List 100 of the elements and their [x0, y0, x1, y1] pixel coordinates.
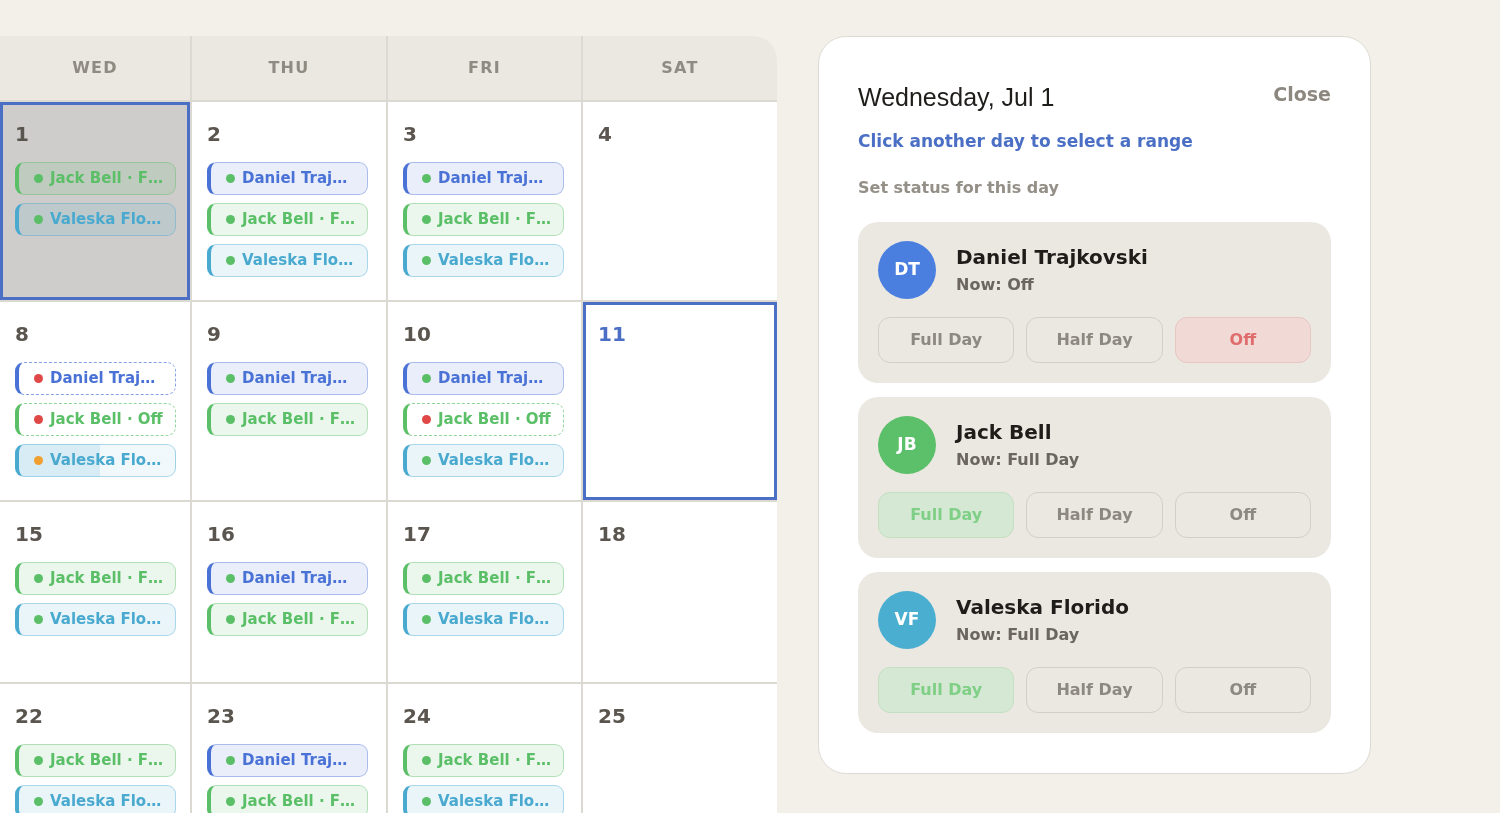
event-chip[interactable]: Jack Bell · F… [15, 744, 176, 777]
day-number: 11 [598, 321, 626, 348]
event-label: Valeska Flo… [50, 612, 162, 627]
range-hint: Click another day to select a range [858, 130, 1193, 153]
person-name: Daniel Trajkovski [956, 244, 1148, 271]
current-status: Now: Off [956, 274, 1035, 296]
event-label: Daniel Traj… [242, 571, 348, 586]
panel-title: Wednesday, Jul 1 [858, 82, 1055, 113]
event-label: Jack Bell · F… [438, 212, 552, 227]
event-chip[interactable]: Daniel Traj… [207, 362, 368, 395]
event-chip[interactable]: Jack Bell · F… [403, 203, 564, 236]
weekday-label: SAT [661, 57, 699, 79]
avatar: VF [878, 591, 936, 649]
day-cell[interactable]: 25 [583, 684, 777, 813]
event-label: Valeska Flo… [242, 253, 354, 268]
event-chip[interactable]: Jack Bell · Off [15, 403, 176, 436]
event-label: Jack Bell · Off [50, 412, 163, 427]
status-option-button[interactable]: Half Day [1026, 667, 1163, 713]
day-cell[interactable]: 22 Jack Bell · F… Valeska Flo… [0, 684, 192, 813]
event-label: Valeska Flo… [438, 794, 550, 809]
day-number: 23 [207, 703, 235, 730]
event-chip[interactable]: Jack Bell · F… [207, 785, 368, 813]
event-label: Jack Bell · F… [50, 571, 164, 586]
current-status: Now: Full Day [956, 624, 1081, 646]
event-label: Jack Bell · F… [242, 612, 356, 627]
day-cell[interactable]: 16 Daniel Traj… Jack Bell · F… [192, 502, 388, 684]
day-number: 24 [403, 703, 431, 730]
event-chip[interactable]: Jack Bell · Off [403, 403, 564, 436]
day-cell[interactable]: 9 Daniel Traj… Jack Bell · F… [192, 302, 388, 502]
status-option-button[interactable]: Full Day [878, 317, 1015, 363]
day-cell[interactable]: 11 [583, 302, 777, 502]
weekday-label: FRI [467, 57, 501, 79]
event-chip[interactable]: Valeska Flo… [403, 785, 564, 813]
status-option-button[interactable]: Off [1174, 317, 1311, 363]
day-cell[interactable]: 2 Daniel Traj… Jack Bell · F… Valeska Flo… [192, 102, 388, 302]
event-chip[interactable]: Jack Bell · F… [207, 403, 368, 436]
day-cell[interactable]: 24 Jack Bell · F… Valeska Flo… [388, 684, 583, 813]
close-button[interactable]: Close [1273, 80, 1331, 108]
avatar: DT [878, 241, 936, 299]
event-chip[interactable]: Jack Bell · F… [207, 203, 368, 236]
current-status: Now: Full Day [956, 449, 1080, 471]
status-option-button[interactable]: Full Day [878, 667, 1015, 713]
person-name: Jack Bell [956, 419, 1053, 446]
day-number: 3 [403, 121, 417, 148]
person-name: Valeska Florido [956, 594, 1129, 621]
event-label: Jack Bell · F… [242, 794, 356, 809]
event-chip[interactable]: Jack Bell · F… [403, 744, 564, 777]
event-chip[interactable]: Valeska Flo… [403, 603, 564, 636]
day-cell[interactable]: 23 Daniel Traj… Jack Bell · F… [192, 684, 388, 813]
event-chip[interactable]: Valeska Flo… [15, 444, 176, 477]
day-number: 16 [207, 521, 235, 548]
day-cell[interactable]: 1 Jack Bell · F… Valeska Flo… [0, 102, 192, 302]
day-number: 15 [15, 521, 43, 548]
event-chip[interactable]: Daniel Traj… [403, 362, 564, 395]
weekday-label: THU [268, 57, 310, 79]
day-cell[interactable]: 3 Daniel Traj… Jack Bell · F… Valeska Flo… [388, 102, 583, 302]
day-cell[interactable]: 18 [583, 502, 777, 684]
event-chip[interactable]: Jack Bell · F… [15, 562, 176, 595]
event-chip[interactable]: Valeska Flo… [207, 244, 368, 277]
event-label: Daniel Traj… [50, 371, 156, 386]
status-option-button[interactable]: Half Day [1026, 317, 1163, 363]
day-number: 1 [15, 121, 29, 148]
event-chip[interactable]: Valeska Flo… [403, 444, 564, 477]
day-cell[interactable]: 15 Jack Bell · F… Valeska Flo… [0, 502, 192, 684]
day-cell[interactable]: 10 Daniel Traj… Jack Bell · Off Valeska Flo… [388, 302, 583, 502]
event-label: Jack Bell · F… [50, 171, 164, 186]
event-chip[interactable]: Valeska Flo… [15, 785, 176, 813]
event-label: Daniel Traj… [438, 171, 544, 186]
day-number: 8 [15, 321, 29, 348]
status-option-button[interactable]: Off [1174, 492, 1311, 538]
status-option-button[interactable]: Off [1174, 667, 1311, 713]
event-label: Jack Bell · F… [242, 212, 356, 227]
event-label: Valeska Flo… [50, 794, 162, 809]
event-label: Jack Bell · Off [438, 412, 551, 427]
status-option-button[interactable]: Full Day [878, 492, 1015, 538]
day-cell[interactable]: 17 Jack Bell · F… Valeska Flo… [388, 502, 583, 684]
event-chip[interactable]: Jack Bell · F… [403, 562, 564, 595]
day-number: 22 [15, 703, 43, 730]
event-chip[interactable]: Daniel Traj… [207, 744, 368, 777]
day-number: 2 [207, 121, 221, 148]
day-number: 9 [207, 321, 221, 348]
event-chip[interactable]: Daniel Traj… [403, 162, 564, 195]
day-cell[interactable]: 8 Daniel Traj… Jack Bell · Off Valeska Flo… [0, 302, 192, 502]
day-cell[interactable]: 4 [583, 102, 777, 302]
event-label: Valeska Flo… [438, 453, 550, 468]
event-label: Valeska Flo… [50, 453, 162, 468]
weekday-label: WED [72, 57, 118, 79]
event-chip[interactable]: Valeska Flo… [15, 603, 176, 636]
event-chip[interactable]: Valeska Flo… [15, 203, 176, 236]
day-number: 18 [598, 521, 626, 548]
event-label: Jack Bell · F… [438, 753, 552, 768]
avatar: JB [878, 416, 936, 474]
event-chip[interactable]: Daniel Traj… [207, 162, 368, 195]
event-chip[interactable]: Valeska Flo… [403, 244, 564, 277]
event-chip[interactable]: Jack Bell · F… [207, 603, 368, 636]
event-chip[interactable]: Daniel Traj… [207, 562, 368, 595]
day-number: 25 [598, 703, 626, 730]
event-chip[interactable]: Daniel Traj… [15, 362, 176, 395]
event-label: Daniel Traj… [242, 753, 348, 768]
status-option-button[interactable]: Half Day [1026, 492, 1163, 538]
